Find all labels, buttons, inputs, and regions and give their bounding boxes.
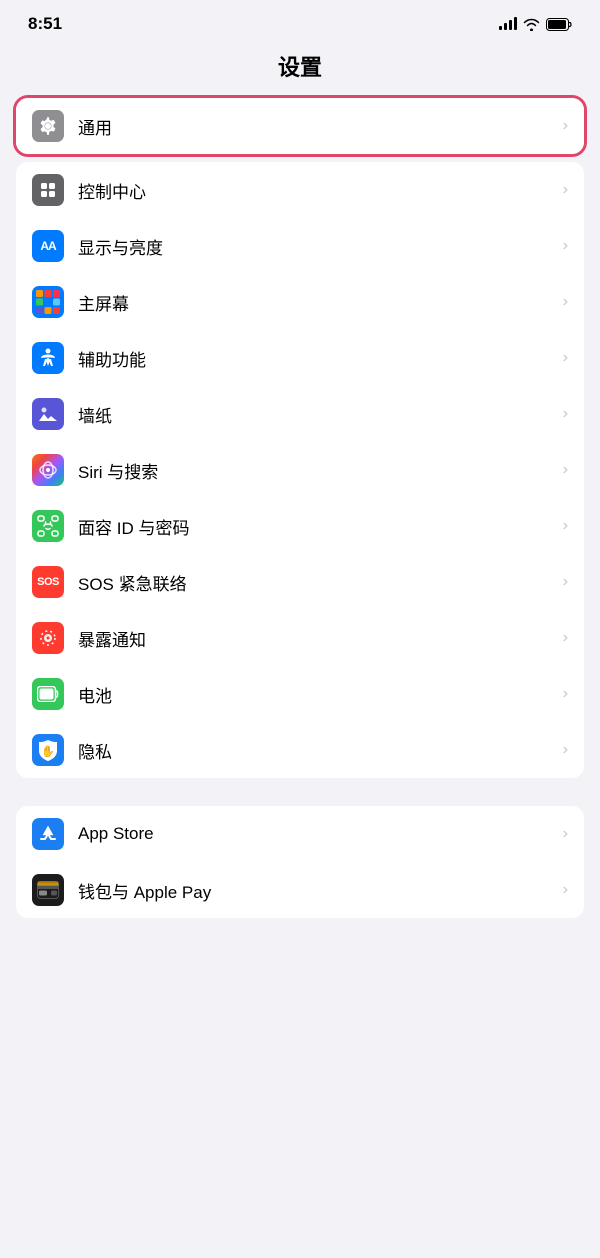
battery-icon [32,678,64,710]
control-center-label: 控制中心 [78,178,555,203]
secondary-settings-section: 控制中心 › AA 显示与亮度 › 主屏幕 › [16,162,584,778]
settings-row-display[interactable]: AA 显示与亮度 › [16,218,584,274]
status-bar: 8:51 [0,0,600,42]
privacy-icon: ✋ [32,734,64,766]
appstore-label: App Store [78,824,555,844]
exposure-icon [32,622,64,654]
wallet-label: 钱包与 Apple Pay [78,878,555,903]
faceid-label: 面容 ID 与密码 [78,514,555,539]
display-icon: AA [32,230,64,262]
home-screen-chevron: › [563,293,568,311]
home-screen-icon [32,286,64,318]
faceid-chevron: › [563,517,568,535]
accessibility-icon [32,342,64,374]
display-label: 显示与亮度 [78,234,555,259]
svg-text:✋: ✋ [41,745,55,758]
siri-icon [32,454,64,486]
status-icons [499,18,572,31]
settings-row-appstore[interactable]: App Store › [16,806,584,862]
wallpaper-chevron: › [563,405,568,423]
privacy-chevron: › [563,741,568,759]
settings-row-privacy[interactable]: ✋ 隐私 › [16,722,584,778]
exposure-chevron: › [563,629,568,647]
settings-row-battery[interactable]: 电池 › [16,666,584,722]
settings-row-control-center[interactable]: 控制中心 › [16,162,584,218]
faceid-icon [32,510,64,542]
wallet-icon [32,874,64,906]
general-chevron: › [563,117,568,135]
battery-label: 电池 [78,682,555,707]
settings-row-general[interactable]: 通用 › [16,98,584,154]
settings-row-siri[interactable]: Siri 与搜索 › [16,442,584,498]
home-screen-label: 主屏幕 [78,290,555,315]
settings-row-exposure[interactable]: 暴露通知 › [16,610,584,666]
control-center-icon [32,174,64,206]
privacy-label: 隐私 [78,738,555,763]
display-chevron: › [563,237,568,255]
gear-icon [32,110,64,142]
settings-row-wallet[interactable]: 钱包与 Apple Pay › [16,862,584,918]
signal-bars-icon [499,18,517,30]
main-settings-section: 通用 › [16,98,584,154]
wallpaper-icon [32,398,64,430]
battery-status-icon [546,18,572,31]
settings-row-accessibility[interactable]: 辅助功能 › [16,330,584,386]
general-label: 通用 [78,114,555,139]
bottom-settings-section: App Store › 钱包与 Apple Pay › [16,806,584,918]
control-center-chevron: › [563,181,568,199]
page-title: 设置 [0,42,600,98]
wallpaper-label: 墙纸 [78,402,555,427]
settings-row-faceid[interactable]: 面容 ID 与密码 › [16,498,584,554]
accessibility-label: 辅助功能 [78,346,555,371]
battery-chevron: › [563,685,568,703]
settings-row-wallpaper[interactable]: 墙纸 › [16,386,584,442]
accessibility-chevron: › [563,349,568,367]
sos-label: SOS 紧急联络 [78,570,555,595]
exposure-label: 暴露通知 [78,626,555,651]
status-time: 8:51 [28,14,62,34]
appstore-chevron: › [563,825,568,843]
settings-row-sos[interactable]: SOS SOS 紧急联络 › [16,554,584,610]
wifi-icon [523,18,540,31]
settings-row-home-screen[interactable]: 主屏幕 › [16,274,584,330]
sos-chevron: › [563,573,568,591]
appstore-icon [32,818,64,850]
siri-chevron: › [563,461,568,479]
wallet-chevron: › [563,881,568,899]
siri-label: Siri 与搜索 [78,458,555,483]
sos-icon: SOS [32,566,64,598]
